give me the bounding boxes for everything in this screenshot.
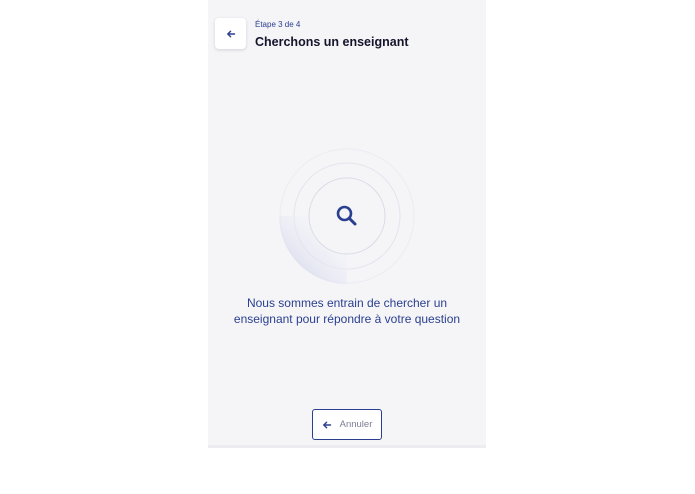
page: Étape 3 de 4 Cherchons un enseignant Nou… (0, 0, 695, 494)
step-indicator: Étape 3 de 4 (255, 20, 301, 29)
back-button[interactable] (215, 18, 246, 49)
arrow-left-icon (226, 29, 236, 39)
page-title: Cherchons un enseignant (255, 35, 409, 49)
search-panel: Étape 3 de 4 Cherchons un enseignant Nou… (208, 0, 486, 445)
panel-bottom-edge (208, 445, 486, 448)
cancel-button[interactable]: Annuler (312, 409, 382, 440)
arrow-left-icon (322, 420, 332, 430)
search-radar-animation (278, 147, 416, 285)
searching-message-line-1: Nous sommes entrain de chercher un (246, 296, 448, 310)
search-icon (333, 202, 361, 230)
cancel-button-label: Annuler (339, 419, 373, 430)
searching-message-line-2: enseignant pour répondre à votre questio… (233, 312, 461, 326)
searching-message: Nous sommes entrain de chercher un ensei… (218, 295, 476, 327)
page-header: Étape 3 de 4 Cherchons un enseignant (255, 19, 409, 49)
